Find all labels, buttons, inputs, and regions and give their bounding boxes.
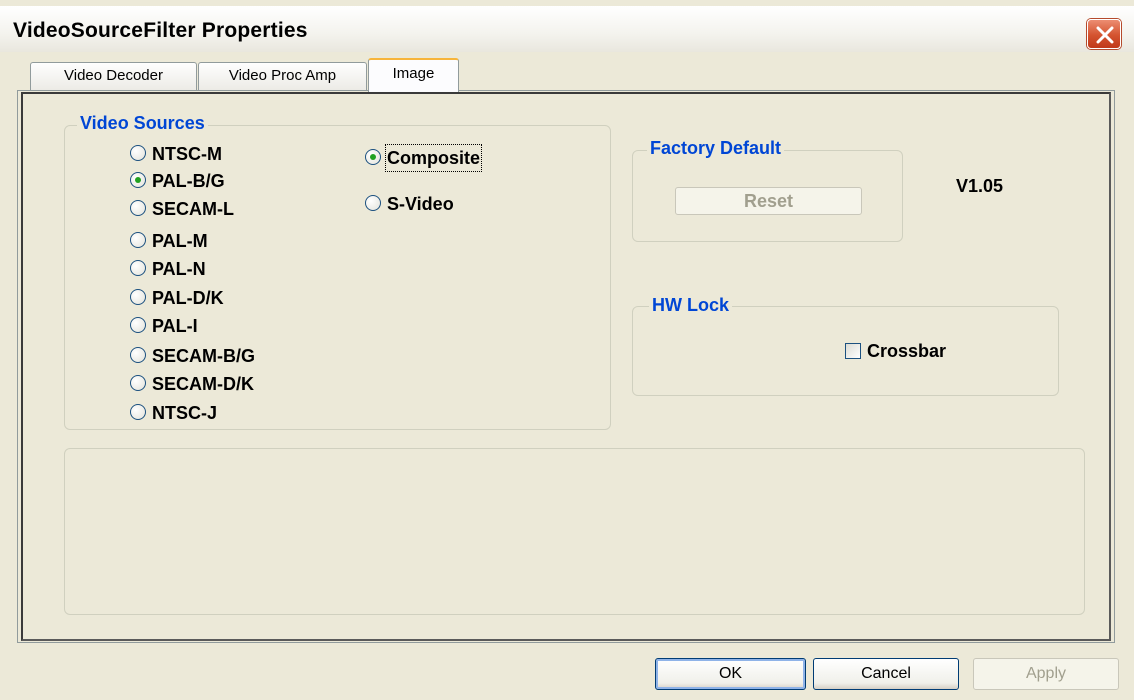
tab-image[interactable]: Image: [368, 58, 459, 92]
radio-button[interactable]: [130, 232, 146, 248]
factory-default-legend: Factory Default: [647, 138, 785, 159]
radio-button[interactable]: [130, 145, 146, 161]
video-sources-legend: Video Sources: [77, 113, 208, 134]
title-bar[interactable]: VideoSourceFilter Properties: [0, 6, 1134, 52]
radio-label: PAL-D/K: [152, 288, 224, 308]
radio-button[interactable]: [130, 347, 146, 363]
radio-label: PAL-M: [152, 231, 208, 251]
radio-label: PAL-B/G: [152, 171, 225, 191]
radio-label: NTSC-M: [152, 144, 222, 164]
hw-lock-legend: HW Lock: [649, 295, 733, 316]
radio-button[interactable]: [130, 200, 146, 216]
radio-label: SECAM-L: [152, 199, 234, 219]
radio-button[interactable]: [130, 260, 146, 276]
radio-button[interactable]: [130, 172, 146, 188]
radio-label: PAL-I: [152, 316, 198, 336]
tab-video-proc-amp[interactable]: Video Proc Amp: [198, 62, 367, 90]
radio-label: PAL-N: [152, 259, 206, 279]
tab-video-decoder[interactable]: Video Decoder: [30, 62, 197, 90]
radio-button[interactable]: [130, 317, 146, 333]
radio-label: SECAM-B/G: [152, 346, 255, 366]
radio-button[interactable]: [365, 149, 381, 165]
radio-button[interactable]: [130, 404, 146, 420]
reset-button[interactable]: Reset: [675, 187, 862, 215]
ok-button[interactable]: OK: [655, 658, 806, 690]
video-sources-group: [64, 125, 611, 430]
window-title: VideoSourceFilter Properties: [13, 19, 308, 42]
radio-button[interactable]: [130, 289, 146, 305]
cancel-button[interactable]: Cancel: [813, 658, 959, 690]
properties-dialog: VideoSourceFilter Properties Video Decod…: [0, 0, 1134, 700]
radio-label: NTSC-J: [152, 403, 218, 423]
close-button[interactable]: [1087, 19, 1121, 49]
radio-label: SECAM-D/K: [152, 374, 254, 394]
version-label: V1.05: [956, 176, 1004, 196]
radio-label: Composite: [384, 144, 483, 172]
radio-button[interactable]: [130, 375, 146, 391]
radio-button[interactable]: [365, 195, 381, 211]
checkbox[interactable]: [845, 343, 861, 359]
info-panel: [64, 448, 1085, 615]
apply-button[interactable]: Apply: [973, 658, 1119, 690]
checkbox-label: Crossbar: [867, 341, 947, 361]
radio-label: S-Video: [387, 194, 454, 214]
close-icon: [1096, 26, 1114, 44]
